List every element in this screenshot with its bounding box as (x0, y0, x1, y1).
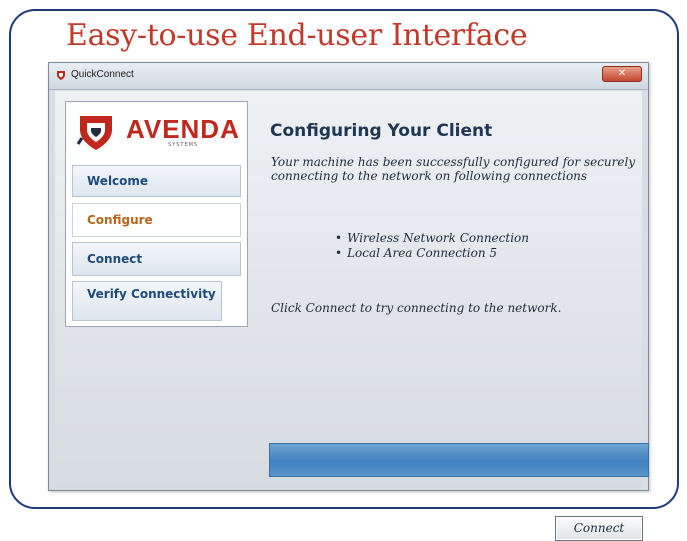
avenda-logo-icon (76, 116, 112, 150)
connect-button[interactable]: Connect (555, 516, 643, 541)
shield-icon (57, 71, 65, 80)
window-client-area: AVENDA SYSTEMS Welcome Configure Connect… (55, 91, 649, 541)
configuration-message: Your machine has been successfully confi… (271, 155, 636, 183)
connect-instruction: Click Connect to try connecting to the n… (271, 301, 562, 315)
connection-item: Wireless Network Connection (335, 231, 529, 246)
nav-item-connect[interactable]: Connect (72, 242, 241, 276)
progress-fill (270, 444, 648, 476)
progress-bar (269, 443, 649, 477)
slide-title: Easy-to-use End-user Interface (66, 18, 528, 53)
nav-item-configure[interactable]: Configure (72, 203, 241, 237)
avenda-logo: AVENDA SYSTEMS (76, 112, 241, 152)
window-title: QuickConnect (71, 69, 134, 80)
logo-brand: AVENDA (126, 114, 240, 144)
connection-list: Wireless Network Connection Local Area C… (335, 231, 529, 261)
window-titlebar[interactable]: QuickConnect ✕ (49, 63, 648, 90)
content-title: Configuring Your Client (270, 121, 493, 141)
sidebar: AVENDA SYSTEMS Welcome Configure Connect… (65, 101, 248, 327)
nav-item-verify-connectivity[interactable]: Verify Connectivity (72, 281, 222, 321)
close-icon: ✕ (617, 68, 627, 79)
logo-subtitle: SYSTEMS (168, 142, 199, 148)
close-button[interactable]: ✕ (602, 66, 642, 82)
nav-item-welcome[interactable]: Welcome (72, 165, 241, 197)
quickconnect-window: QuickConnect ✕ AVENDA SYSTEMS Welcome Co… (48, 62, 649, 541)
connection-item: Local Area Connection 5 (335, 246, 529, 261)
